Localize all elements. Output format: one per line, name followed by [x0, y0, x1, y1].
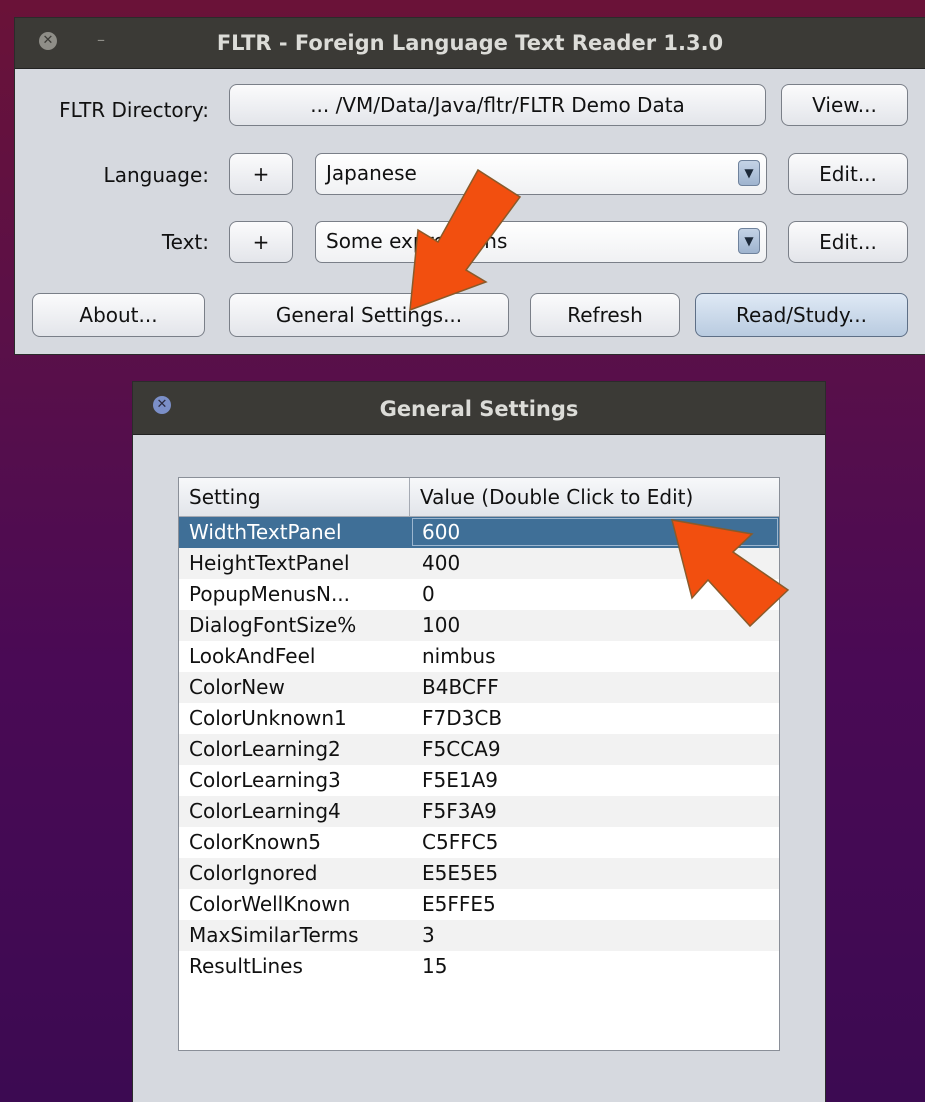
table-row[interactable]: ColorLearning2 F5CCA9	[179, 734, 779, 765]
setting-value-cell[interactable]: B4BCFF	[422, 675, 499, 699]
setting-value-cell[interactable]: F5F3A9	[422, 799, 497, 823]
setting-name-cell[interactable]: MaxSimilarTerms	[189, 923, 359, 947]
table-row[interactable]: WidthTextPanel 600	[179, 517, 779, 548]
column-header-value[interactable]: Value (Double Click to Edit)	[410, 478, 779, 516]
setting-name-cell[interactable]: ColorKnown5	[189, 830, 321, 854]
focused-cell-border	[412, 518, 778, 546]
add-text-button[interactable]: +	[229, 221, 293, 263]
table-row[interactable]: ColorNew B4BCFF	[179, 672, 779, 703]
table-row[interactable]: ColorLearning3 F5E1A9	[179, 765, 779, 796]
setting-value-cell[interactable]: E5FFE5	[422, 892, 496, 916]
table-row[interactable]: DialogFontSize% 100	[179, 610, 779, 641]
table-row[interactable]: ColorLearning4 F5F3A9	[179, 796, 779, 827]
window-title: FLTR - Foreign Language Text Reader 1.3.…	[216, 31, 724, 55]
read-study-button[interactable]: Read/Study...	[695, 293, 908, 337]
text-label: Text:	[161, 230, 209, 254]
fltr-main-window: ✕ – FLTR - Foreign Language Text Reader …	[15, 18, 925, 354]
main-titlebar: ✕ – FLTR - Foreign Language Text Reader …	[15, 18, 925, 69]
text-selected-value: Some expressions	[326, 229, 508, 253]
language-select[interactable]: Japanese ▼	[315, 153, 767, 195]
setting-value-cell[interactable]: nimbus	[422, 644, 496, 668]
table-row[interactable]: MaxSimilarTerms 3	[179, 920, 779, 951]
about-button[interactable]: About...	[32, 293, 205, 337]
edit-text-button[interactable]: Edit...	[788, 221, 908, 263]
fltr-directory-button[interactable]: ... /VM/Data/Java/fltr/FLTR Demo Data	[229, 84, 766, 126]
table-row[interactable]: LookAndFeel nimbus	[179, 641, 779, 672]
refresh-button[interactable]: Refresh	[530, 293, 680, 337]
setting-value-cell[interactable]: F7D3CB	[422, 706, 502, 730]
setting-name-cell[interactable]: ColorLearning2	[189, 737, 341, 761]
setting-value-cell[interactable]: 400	[422, 551, 460, 575]
setting-value-cell[interactable]: F5CCA9	[422, 737, 501, 761]
add-language-button[interactable]: +	[229, 153, 293, 195]
table-header: Setting Value (Double Click to Edit)	[179, 478, 779, 517]
setting-value-cell[interactable]: 100	[422, 613, 460, 637]
dialog-title: General Settings	[379, 397, 579, 421]
setting-name-cell[interactable]: ColorWellKnown	[189, 892, 350, 916]
setting-name-cell[interactable]: LookAndFeel	[189, 644, 315, 668]
table-row[interactable]: ColorWellKnown E5FFE5	[179, 889, 779, 920]
table-row[interactable]: ColorKnown5 C5FFC5	[179, 827, 779, 858]
table-row[interactable]: ColorUnknown1 F7D3CB	[179, 703, 779, 734]
setting-value-cell[interactable]: E5E5E5	[422, 861, 498, 885]
setting-name-cell[interactable]: DialogFontSize%	[189, 613, 356, 637]
settings-table[interactable]: Setting Value (Double Click to Edit) Wid…	[178, 477, 780, 1051]
language-selected-value: Japanese	[326, 161, 417, 185]
setting-value-cell[interactable]: C5FFC5	[422, 830, 498, 854]
setting-name-cell[interactable]: ColorLearning3	[189, 768, 341, 792]
table-row[interactable]: ColorIgnored E5E5E5	[179, 858, 779, 889]
dialog-titlebar: ✕ General Settings	[133, 382, 825, 435]
setting-name-cell[interactable]: ColorUnknown1	[189, 706, 347, 730]
setting-value-cell[interactable]: 3	[422, 923, 435, 947]
setting-name-cell[interactable]: ColorNew	[189, 675, 285, 699]
setting-value-cell[interactable]: 15	[422, 954, 447, 978]
setting-name-cell[interactable]: HeightTextPanel	[189, 551, 350, 575]
text-select[interactable]: Some expressions ▼	[315, 221, 767, 263]
general-settings-button[interactable]: General Settings...	[229, 293, 509, 337]
general-settings-dialog: ✕ General Settings Setting Value (Double…	[133, 382, 825, 1102]
setting-name-cell[interactable]: WidthTextPanel	[189, 520, 342, 544]
setting-name-cell[interactable]: PopupMenusN...	[189, 582, 350, 606]
edit-language-button[interactable]: Edit...	[788, 153, 908, 195]
language-label: Language:	[103, 163, 209, 187]
view-button[interactable]: View...	[781, 84, 908, 126]
column-header-setting[interactable]: Setting	[179, 478, 410, 516]
setting-name-cell[interactable]: ResultLines	[189, 954, 303, 978]
setting-name-cell[interactable]: ColorLearning4	[189, 799, 341, 823]
chevron-down-icon[interactable]: ▼	[738, 228, 760, 254]
setting-value-cell[interactable]: 0	[422, 582, 435, 606]
table-row[interactable]: HeightTextPanel 400	[179, 548, 779, 579]
setting-value-cell[interactable]: F5E1A9	[422, 768, 498, 792]
table-row[interactable]: ResultLines 15	[179, 951, 779, 982]
setting-name-cell[interactable]: ColorIgnored	[189, 861, 318, 885]
fltr-directory-label: FLTR Directory:	[59, 98, 209, 122]
chevron-down-icon[interactable]: ▼	[738, 160, 760, 186]
table-row[interactable]: PopupMenusN... 0	[179, 579, 779, 610]
table-body: WidthTextPanel 600 HeightTextPanel 400 Popup…	[179, 517, 779, 982]
setting-value-cell[interactable]: 600	[422, 520, 460, 544]
